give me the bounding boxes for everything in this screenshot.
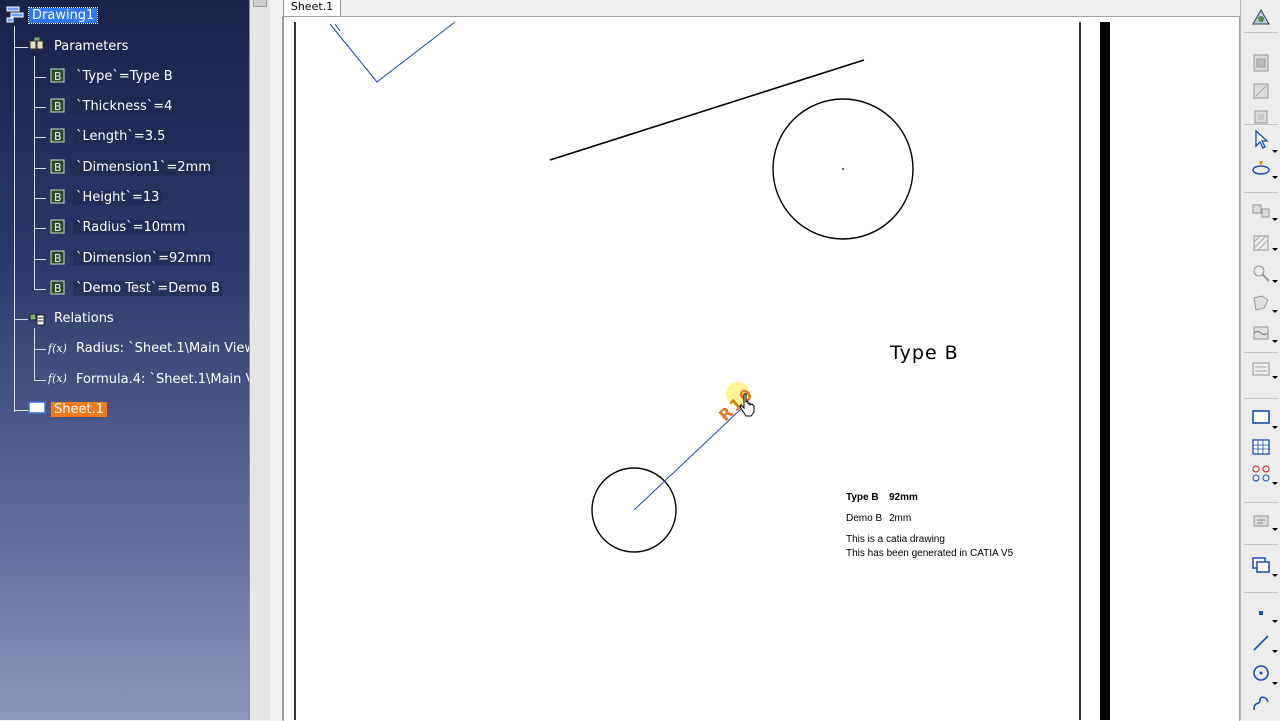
table-cell-demo[interactable]: Demo B [846, 513, 882, 524]
tree-param-dimension[interactable]: `Dimension`=92mm [73, 249, 214, 269]
tree-node-sheet[interactable]: Sheet.1 [51, 400, 107, 420]
circle-icon[interactable] [1250, 662, 1272, 684]
tree-param-thickness[interactable]: `Thickness`=4 [73, 97, 176, 117]
frame-thick-border [1100, 22, 1110, 720]
spline-icon[interactable] [1250, 692, 1272, 714]
note-line-1[interactable]: This is a catia drawing [846, 534, 945, 545]
formula-icon: f(x) [48, 369, 66, 387]
tree-param-demo-test[interactable]: `Demo Test`=Demo B [73, 279, 223, 299]
parameter-icon: B [48, 96, 66, 114]
point-icon[interactable] [1250, 602, 1272, 624]
tree-node-parameters[interactable]: Parameters [51, 37, 131, 57]
tree-relation-formula4[interactable]: Formula.4: `Sheet.1\Main Vie [73, 370, 249, 390]
panel-splitter[interactable] [249, 0, 272, 720]
select-arrow-icon[interactable] [1250, 128, 1272, 150]
tree-root-drawing[interactable]: Drawing1 [27, 6, 99, 26]
tree-param-length[interactable]: `Length`=3.5 [73, 127, 169, 147]
formula-icon: f(x) [48, 339, 66, 357]
relations-icon [28, 309, 46, 327]
view-icon[interactable] [1250, 52, 1272, 74]
section-icon[interactable] [1250, 232, 1272, 254]
dimension-icon[interactable] [1250, 358, 1272, 380]
svg-text:B: B [54, 221, 62, 234]
detail-icon[interactable] [1250, 262, 1272, 284]
annotation-icon[interactable] [1250, 510, 1272, 532]
upper-circle-center [841, 167, 845, 171]
parameter-icon: B [48, 248, 66, 266]
v-sketch-lines[interactable] [329, 21, 456, 83]
svg-text:B: B [54, 191, 62, 204]
tree-root-label: Drawing1 [27, 7, 99, 24]
splitter-button[interactable] [253, 0, 267, 7]
radius-dimension-line[interactable] [633, 408, 742, 511]
projection-icon[interactable] [1250, 200, 1272, 222]
tab-sheet-1[interactable]: Sheet.1 [283, 0, 341, 17]
line-icon[interactable] [1250, 632, 1272, 654]
grid-icon[interactable] [1250, 436, 1272, 458]
type-text[interactable]: Type B [889, 342, 959, 364]
tree-line [14, 319, 28, 320]
tree-param-radius[interactable]: `Radius`=10mm [73, 218, 189, 238]
specification-tree: Drawing1 Parameters B `Type`=Type B B `T… [0, 0, 249, 720]
diagonal-line[interactable] [549, 59, 865, 161]
tree-line [14, 47, 28, 48]
break-icon[interactable] [1250, 322, 1272, 344]
svg-text:B: B [54, 161, 62, 174]
parameter-icon: B [48, 187, 66, 205]
viewer-border [270, 0, 283, 720]
svg-text:B: B [54, 252, 62, 265]
sheet-icon[interactable] [1250, 554, 1272, 576]
table-cell-dimension1[interactable]: 2mm [889, 513, 911, 524]
svg-text:B: B [54, 130, 62, 143]
arrow-tick [334, 23, 341, 32]
parameter-icon: B [48, 66, 66, 84]
parameter-icon: B [48, 157, 66, 175]
tree-node-relations[interactable]: Relations [51, 309, 117, 329]
knowledge-icon[interactable] [1250, 6, 1272, 28]
svg-text:B: B [54, 282, 62, 295]
parameter-icon: B [48, 217, 66, 235]
table-cell-dimension[interactable]: 92mm [889, 492, 918, 503]
sketch-rotate-icon[interactable] [1250, 157, 1272, 179]
tree-line [34, 328, 35, 380]
frame-icon[interactable] [1250, 406, 1272, 428]
tree-relation-radius[interactable]: Radius: `Sheet.1\Main View\R [73, 339, 249, 359]
svg-text:B: B [54, 100, 62, 113]
constraint-icon[interactable] [1250, 462, 1272, 484]
sheet-icon [28, 399, 46, 417]
svg-text:B: B [54, 70, 62, 83]
view2-icon[interactable] [1250, 80, 1272, 102]
svg-text:f(x): f(x) [48, 342, 66, 355]
clipping-icon[interactable] [1250, 292, 1272, 314]
parameters-icon [28, 37, 46, 55]
tree-param-dimension1[interactable]: `Dimension1`=2mm [73, 158, 214, 178]
parameter-icon: B [48, 278, 66, 296]
tree-line [34, 56, 35, 290]
note-line-2[interactable]: This has been generated in CATIA V5 [846, 548, 1014, 559]
tree-param-height[interactable]: `Height`=13 [73, 188, 163, 208]
drawing-view[interactable]: Type B R10 Type B 92mm Demo B 2mm This i… [283, 16, 1238, 720]
table-cell-type[interactable]: Type B [846, 492, 879, 503]
drawing-icon [6, 5, 24, 23]
tree-line [14, 26, 15, 412]
parameter-icon: B [48, 126, 66, 144]
sheet-tab-bar [282, 0, 1240, 16]
svg-text:f(x): f(x) [48, 372, 66, 385]
tree-param-type[interactable]: `Type`=Type B [73, 67, 176, 87]
